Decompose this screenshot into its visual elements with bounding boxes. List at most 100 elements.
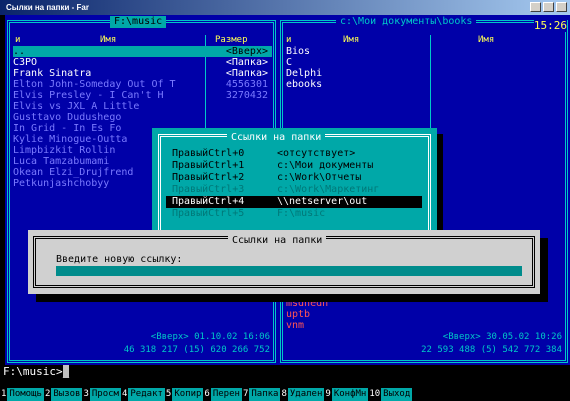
right-panel-path[interactable]: c:\Мои документы\books [336,16,477,28]
folder-link-path: c:\Work\Отчеты [277,172,362,183]
file-name: msdnedn [286,298,329,309]
folder-link-item[interactable]: ПравыйCtrl+5 F:\music [166,208,422,220]
fkey-4[interactable]: 4 Редакт [120,388,165,401]
fkey-3[interactable]: 3 Просм [82,388,121,401]
file-name: Okean Elzi_Drujfrend [13,167,134,178]
left-col-name-header: Имя [100,35,117,45]
file-name: vnm [286,320,305,331]
file-name: Luca Tamzabumami [13,156,110,167]
close-button[interactable] [556,2,567,12]
fkey-number: 1 [0,388,8,401]
maximize-button[interactable] [543,2,554,12]
folder-link-hotkey: ПравыйCtrl+1 [172,160,245,171]
file-name: Petkunjashchobyy [13,178,110,189]
fkey-6[interactable]: 6 Перен [203,388,242,401]
file-name: Kylie Minogue-Outta [13,134,128,145]
fkey-label: Редакт [128,388,165,401]
function-key-bar: 1 Помощь 2 Вызов 3 Просм 4 Редакт 5 Копир 6 Перен 7 П… [0,388,570,401]
folder-link-hotkey: ПравыйCtrl+2 [172,172,245,183]
folder-link-hotkey: ПравыйCtrl+3 [172,184,245,195]
fkey-label: Папка [249,388,281,401]
file-name: Gusttavo Dudushego [13,112,122,123]
folder-link-item[interactable]: ПравыйCtrl+4 \\netserver\out [166,196,422,208]
window-title: Сылки на папки - Far [6,3,89,12]
right-disk-info: 22 593 488 (5) 542 772 384 [421,345,562,355]
new-link-input[interactable] [56,266,522,276]
folder-link-path: c:\Work\Маркетинг [277,184,380,195]
new-link-title: Ссылки на папки [228,235,327,246]
file-row[interactable]: ebooks [286,79,564,90]
right-col-n-header: и [286,35,292,45]
file-name: Frank Sinatra [13,68,92,79]
file-row[interactable]: Delphi [286,68,564,79]
folder-link-item[interactable]: ПравыйCtrl+2 c:\Work\Отчеты [166,172,422,184]
fkey-10[interactable]: 10 Выход [368,388,413,401]
folder-link-hotkey: ПравыйCtrl+0 [172,148,245,159]
folder-link-item[interactable]: ПравыйCtrl+1 c:\Мои документы [166,160,422,172]
folder-link-item[interactable]: ПравыйCtrl+3 c:\Work\Маркетинг [166,184,422,196]
file-row[interactable]: Gusttavo Dudushego [13,112,272,123]
right-col-name2-header: Имя [478,35,495,45]
file-row[interactable]: Elvis vs JXL A Little [13,101,272,112]
right-info-line: <Вверх> 30.05.02 10:26 [442,332,562,342]
file-name: Elvis Presley - I Can't H [13,90,164,101]
folder-link-path: c:\Мои документы [277,160,374,171]
minimize-button[interactable] [530,2,541,12]
fkey-number: 6 [203,388,211,401]
fkey-1[interactable]: 1 Помощь [0,388,44,401]
fkey-label: КонфМн [331,388,369,401]
left-disk-info: 46 318 217 (15) 620 266 752 [123,345,270,355]
window-titlebar: Сылки на папки - Far [0,0,570,15]
fkey-9[interactable]: 9 КонфМн [324,388,369,401]
folder-link-path: <отсутствует> [277,148,356,159]
fkey-label: Просм [89,388,121,401]
file-row[interactable]: vnm [286,320,564,331]
file-row[interactable]: Frank Sinatra <Папка> [13,68,272,79]
new-link-label: Введите новую ссылку: [56,254,183,265]
fkey-label: Выход [381,388,413,401]
fkey-number: 10 [368,388,382,401]
file-size: <Папка> [225,57,268,68]
fkey-8[interactable]: 8 Удален [280,388,325,401]
fkey-5[interactable]: 5 Копир [164,388,204,401]
right-file-list[interactable]: Bios C Delphi ebooks [286,46,564,90]
file-row[interactable]: C3PO <Папка> [13,57,272,68]
file-row[interactable]: C [286,57,564,68]
file-size: <Папка> [225,68,268,79]
folder-link-item[interactable]: ПравыйCtrl+0 <отсутствует> [166,148,422,160]
file-row[interactable]: uptb [286,309,564,320]
file-row[interactable]: msdnedn [286,298,564,309]
file-name: Bios [286,46,311,57]
file-name: C [286,57,293,68]
folder-links-title: Ссылки на папки [227,132,326,144]
command-line[interactable]: F:\music>_ [3,365,70,378]
fkey-7[interactable]: 7 Папка [241,388,281,401]
far-manager-window: Сылки на папки - Far F:\music и Имя Разм… [0,0,570,401]
file-row[interactable]: Bios [286,46,564,57]
right-col-name-header: Имя [343,35,360,45]
fkey-label: Помощь [7,388,44,401]
left-panel-path[interactable]: F:\music [110,16,167,28]
fkey-2[interactable]: 2 Вызов [43,388,83,401]
fkey-number: 9 [324,388,332,401]
file-row[interactable]: .. <Вверх> [13,46,272,57]
command-prompt: F:\music> [3,365,63,378]
fkey-number: 2 [43,388,52,401]
folder-link-path: \\netserver\out [277,196,368,207]
file-row[interactable]: Elvis Presley - I Can't H 3270432 [13,90,272,101]
folder-link-hotkey: ПравыйCtrl+4 [172,196,245,207]
left-col-size-header: Размер [215,35,248,45]
console-screen: F:\music и Имя Размер .. <Вверх> C3PO <Папк… [0,15,570,401]
file-row[interactable]: Elton John-Someday Out Of T 4556301 [13,79,272,90]
file-name: Elvis vs JXL A Little [13,101,140,112]
file-name: C3PO [13,57,38,68]
file-name: .. [13,46,26,57]
fkey-number: 8 [280,388,288,401]
file-size: 3270432 [225,90,268,101]
file-name: uptb [286,309,311,320]
file-name: Elton John-Someday Out Of T [13,79,176,90]
new-link-dialog: Ссылки на папки Введите новую ссылку: [28,230,540,294]
folder-link-hotkey: ПравыйCtrl+5 [172,208,245,219]
file-name: ebooks [286,79,323,90]
fkey-label: Копир [172,388,204,401]
